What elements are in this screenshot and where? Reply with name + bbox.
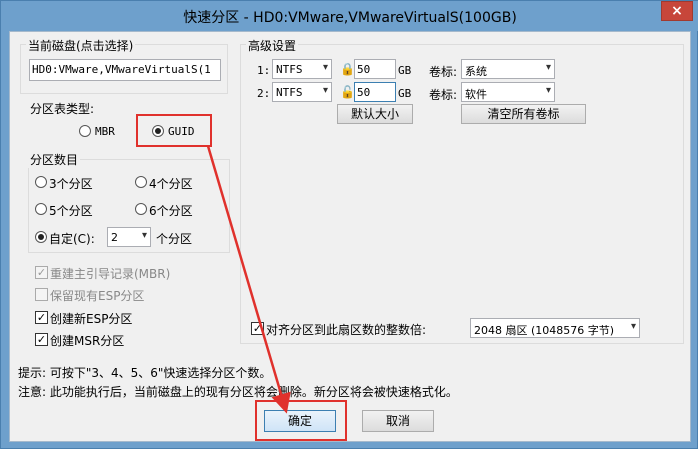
window-title: 快速分区 - HD0:VMware,VMwareVirtualS(100GB): [183, 10, 517, 26]
title-bar[interactable]: 快速分区 - HD0:VMware,VMwareVirtualS(100GB) …: [1, 1, 698, 31]
dialog-window: 快速分区 - HD0:VMware,VMwareVirtualS(100GB) …: [0, 0, 698, 449]
close-icon[interactable]: ×: [661, 1, 693, 21]
dialog-client: 当前磁盘(点击选择) HD0:VMware,VMwareVirtualS(1 分…: [9, 31, 691, 442]
annotation-arrow: [206, 145, 291, 414]
arrow-line: [206, 145, 291, 414]
